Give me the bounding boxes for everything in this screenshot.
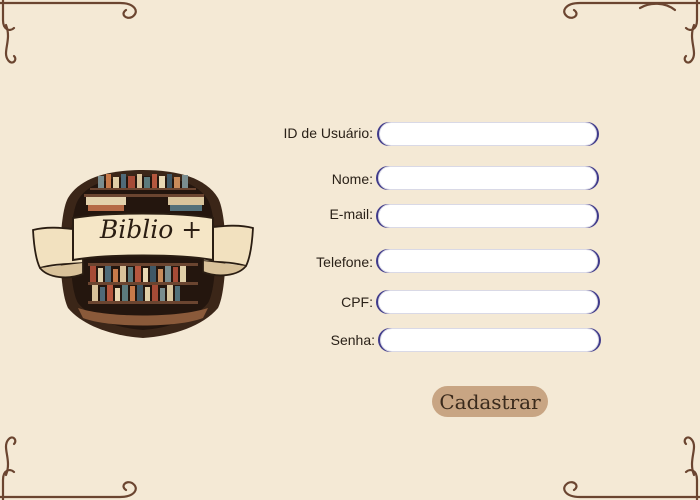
email-label: E-mail: — [329, 206, 373, 222]
phone-label: Telefone: — [316, 254, 373, 270]
cpf-input[interactable] — [378, 290, 598, 314]
email-input[interactable] — [378, 204, 597, 228]
password-label: Senha: — [330, 332, 375, 348]
name-input[interactable] — [378, 166, 597, 190]
phone-input[interactable] — [378, 249, 598, 273]
library-logo — [32, 170, 254, 338]
name-label: Nome: — [331, 171, 373, 187]
user-id-input[interactable] — [379, 122, 597, 146]
password-input[interactable] — [380, 328, 599, 352]
cpf-label: CPF: — [341, 294, 373, 310]
user-id-label: ID de Usuário: — [283, 125, 373, 141]
logo-text: Biblio + — [99, 215, 203, 244]
register-button[interactable]: Cadastrar — [432, 386, 548, 417]
